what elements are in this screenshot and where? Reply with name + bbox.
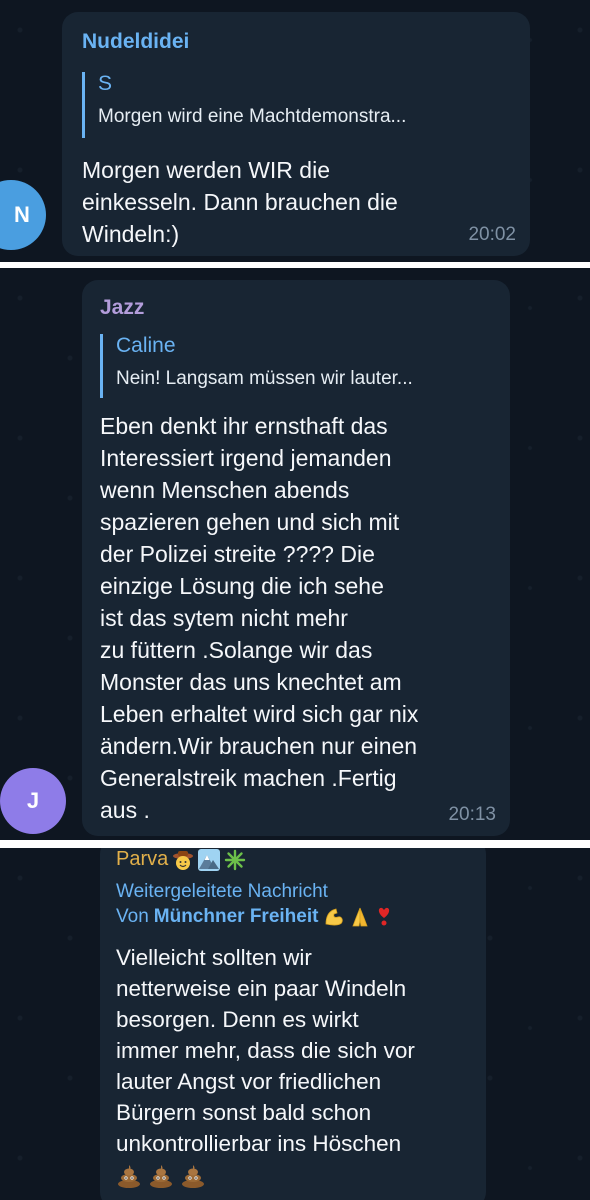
- avatar[interactable]: J: [0, 768, 66, 834]
- chat-screenshot-1: Nudeldidei S Morgen wird eine Machtdemon…: [0, 0, 590, 262]
- heart-exclamation-emoji: [379, 907, 390, 926]
- trailing-emoji-row: [116, 1164, 206, 1188]
- message-text: Vielleicht sollten wir netterweise ein p…: [116, 945, 415, 1156]
- sender-name[interactable]: Jazz: [100, 296, 144, 320]
- forwarded-from-row[interactable]: Von Münchner Freiheit: [116, 906, 393, 928]
- message-bubble[interactable]: Jazz Caline Nein! Langsam müssen wir lau…: [82, 280, 510, 836]
- reply-quote[interactable]: S Morgen wird eine Machtdemonstra...: [82, 72, 406, 138]
- forwarded-from-prefix: Von: [116, 906, 149, 927]
- sender-row: Parva: [116, 848, 246, 871]
- pile-of-poo-emoji: [118, 1165, 140, 1188]
- pile-of-poo-emoji: [182, 1165, 204, 1188]
- chat-screenshot-2: Jazz Caline Nein! Langsam müssen wir lau…: [0, 268, 590, 840]
- chat-screenshot-3: Parva Weitergeleitete Nachricht Von Münc…: [0, 848, 590, 1200]
- reply-sender-name: Caline: [116, 334, 176, 357]
- message-bubble[interactable]: Parva Weitergeleitete Nachricht Von Münc…: [100, 848, 486, 1200]
- snow-mountain-emoji: [198, 848, 221, 871]
- flexed-biceps-emoji: [326, 908, 344, 926]
- reply-text: Morgen wird eine Machtdemonstra...: [98, 106, 407, 127]
- pile-of-poo-emoji: [150, 1165, 172, 1188]
- message-text: Morgen werden WIR die einkesseln. Dann b…: [82, 157, 398, 247]
- avatar-initial: J: [26, 788, 40, 813]
- message-bubble[interactable]: Nudeldidei S Morgen wird eine Machtdemon…: [62, 12, 530, 256]
- sender-name[interactable]: Nudeldidei: [82, 30, 189, 54]
- message-text: Eben denkt ihr ernsthaft das Interessier…: [100, 413, 419, 823]
- sender-name[interactable]: Parva: [116, 848, 168, 871]
- cowboy-face-emoji: [173, 850, 194, 870]
- forwarded-label: Weitergeleitete Nachricht: [116, 881, 328, 902]
- sparkle-emoji: [225, 849, 246, 870]
- folded-hands-emoji: [352, 907, 369, 927]
- reply-text: Nein! Langsam müssen wir lauter...: [116, 368, 413, 389]
- forwarded-from-name[interactable]: Münchner Freiheit: [154, 906, 319, 928]
- avatar-initial: N: [14, 202, 30, 227]
- message-time: 20:13: [448, 804, 496, 825]
- reply-quote[interactable]: Caline Nein! Langsam müssen wir lauter..…: [100, 334, 413, 398]
- message-time: 20:02: [468, 224, 516, 245]
- reply-sender-name: S: [98, 72, 113, 95]
